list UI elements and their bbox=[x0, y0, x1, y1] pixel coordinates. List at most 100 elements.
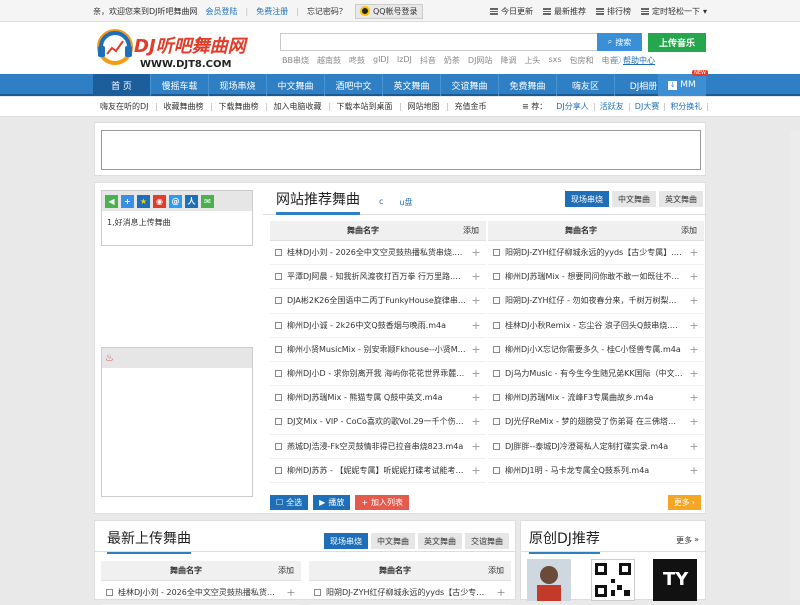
add-icon[interactable]: + bbox=[684, 440, 704, 453]
tab-2[interactable]: 英文舞曲 bbox=[418, 533, 462, 549]
original-more-link[interactable]: 更多» bbox=[676, 535, 699, 546]
nav-item[interactable]: 首 页 bbox=[93, 74, 151, 96]
song-title[interactable]: 桂林DJ小刘 - 2026全中文空灵鼓热播私货串烧.m4a bbox=[287, 247, 466, 258]
renren-icon[interactable]: 人 bbox=[185, 194, 198, 208]
row-checkbox[interactable] bbox=[275, 321, 282, 329]
song-title[interactable]: 柳州DJ小D - 求你别离开我 海屿你花花世界乖麓v.m4a bbox=[287, 368, 466, 379]
hot-word-link[interactable]: 上头 bbox=[524, 55, 540, 66]
table-row[interactable]: 燕城DJ浩浸-Fk空灵鼓情非得已拉音串烧823.m4a + bbox=[270, 435, 486, 459]
table-row[interactable]: 柳州DJ苏瑞Mix - 想要同问你敢不敢一如既往不改.m4a + bbox=[488, 265, 704, 290]
site-logo[interactable]: DJ听吧舞曲网 WWW.DJT8.COM bbox=[96, 28, 264, 70]
upload-button[interactable]: 上传音乐 bbox=[648, 33, 706, 52]
add-icon[interactable]: + bbox=[466, 391, 486, 404]
nav-item[interactable]: 慢摇车载 bbox=[151, 74, 209, 96]
search-button[interactable]: ⌕ 搜索 bbox=[597, 33, 642, 51]
table-row[interactable]: DJA彬2K26全国语中二丙丁FunkyHouse旋律串烧.m4a+ bbox=[270, 289, 486, 314]
tab-1[interactable]: 中文舞曲 bbox=[371, 533, 415, 549]
song-title[interactable]: 桂林DJ小刘 - 2026全中文空灵鼓热播私货串烧.m4a bbox=[118, 587, 281, 598]
table-row[interactable]: 桂林DJ小秋Remix - 忘尘谷 浪子回头Q鼓串烧.m4a + bbox=[488, 314, 704, 338]
row-checkbox[interactable] bbox=[275, 466, 282, 474]
song-title[interactable]: 阳朔DJ-ZYH红仔柳城永远的yyds【古少专属】.m4a bbox=[505, 247, 684, 258]
login-link[interactable]: 会员登陆 bbox=[206, 6, 238, 17]
table-row[interactable]: 桂林DJ小刘 - 2026全中文空灵鼓热播私货串烧.m4a+ bbox=[270, 241, 486, 266]
forgot-password-link[interactable]: 忘记密码？ bbox=[307, 6, 347, 17]
nav-item[interactable]: 中文舞曲 bbox=[267, 74, 325, 96]
subnav-link[interactable]: 充值金币 bbox=[448, 103, 494, 111]
hot-word-link[interactable]: 越南鼓 bbox=[317, 55, 341, 66]
tab-3[interactable]: 交谊舞曲 bbox=[465, 533, 509, 549]
add-icon[interactable]: + bbox=[466, 464, 486, 477]
table-row[interactable]: Dj乌力Music - 有今生今生随兄弟KK国际（中文越.m4a + bbox=[488, 362, 704, 387]
tab-1[interactable]: 中文舞曲 bbox=[612, 191, 656, 207]
add-icon[interactable]: + bbox=[684, 343, 704, 356]
table-row[interactable]: DJ光仔ReMix - 梦的翅膀受了伤弟哥 在三佛塔一.m4a + bbox=[488, 410, 704, 435]
song-title[interactable]: DJ光仔ReMix - 梦的翅膀受了伤弟哥 在三佛塔一.m4a bbox=[505, 416, 684, 427]
row-checkbox[interactable] bbox=[493, 418, 500, 426]
subnav-link[interactable]: 嗨友在听的DJ bbox=[93, 103, 157, 111]
table-row[interactable]: 桂林DJ小刘 - 2026全中文空灵鼓热播私货串烧.m4a+ bbox=[101, 581, 301, 605]
song-title[interactable]: DJ胖胖--泰城DJ冷澄哥私人定制打碟实录.m4a bbox=[505, 441, 684, 452]
more-button[interactable]: 更多 › bbox=[667, 495, 701, 510]
add-icon[interactable]: + bbox=[466, 246, 486, 259]
scrollbar[interactable] bbox=[790, 130, 800, 600]
add-icon[interactable]: + bbox=[491, 586, 511, 599]
subnav-link[interactable]: 下载本站到桌面 bbox=[330, 103, 401, 111]
song-title[interactable]: 桂林DJ小秋Remix - 忘尘谷 浪子回头Q鼓串烧.m4a bbox=[505, 320, 684, 331]
row-checkbox[interactable] bbox=[493, 321, 500, 329]
hot-word-link[interactable]: 降调 bbox=[500, 55, 516, 66]
table-row[interactable]: 柳州DJ苏瑞Mix - 流峰F3专属曲故乡.m4a + bbox=[488, 386, 704, 411]
row-checkbox[interactable] bbox=[493, 345, 500, 353]
add-icon[interactable]: + bbox=[684, 391, 704, 404]
row-checkbox[interactable] bbox=[106, 589, 113, 597]
table-row[interactable]: 阳朔DJ-ZYH红仔 - 勿如夜春分来，千树万树梨花.m4a + bbox=[488, 289, 704, 314]
add-icon[interactable]: + bbox=[281, 586, 301, 599]
nav-mm[interactable]: ↓ MM NEW bbox=[658, 70, 708, 96]
hot-word-link[interactable]: gIDJ bbox=[373, 55, 389, 66]
nav-item[interactable]: 嗨友区 bbox=[557, 74, 615, 96]
wechat-icon[interactable]: ✉ bbox=[201, 194, 214, 208]
tencent-weibo-icon[interactable]: @ bbox=[169, 194, 182, 208]
hot-word-link[interactable]: 奶茶 bbox=[444, 55, 460, 66]
table-row[interactable]: 柳州DJ苏苏 - 【妮妮专属】听妮妮打碟考试能考1.m4a + bbox=[270, 459, 486, 483]
add-icon[interactable]: + bbox=[684, 415, 704, 428]
song-title[interactable]: 柳州DJ苏瑞Mix - 流峰F3专属曲故乡.m4a bbox=[505, 392, 684, 403]
dj-avatar[interactable] bbox=[527, 559, 571, 601]
hot-word-link[interactable]: lzDJ bbox=[397, 55, 412, 66]
add-icon[interactable]: + bbox=[466, 319, 486, 332]
song-title[interactable]: Dj乌力Music - 有今生今生随兄弟KK国际（中文越.m4a bbox=[505, 368, 684, 379]
nav-item[interactable]: 免费舞曲 bbox=[499, 74, 557, 96]
nav-item[interactable]: 交谊舞曲 bbox=[441, 74, 499, 96]
table-row[interactable]: 柳州Dj小X忘记你需要多久 - 桂C小怪兽专属.m4a + bbox=[488, 338, 704, 362]
song-title[interactable]: DJA彬2K26全国语中二丙丁FunkyHouse旋律串烧.m4a bbox=[287, 295, 466, 306]
table-row[interactable]: 柳州DJ小D - 求你别离开我 海屿你花花世界乖麓v.m4a + bbox=[270, 362, 486, 387]
song-title[interactable]: 柳州DJ1明 - 马卡龙专属全Q鼓系列.m4a bbox=[505, 465, 684, 476]
table-row[interactable]: 柳州小贤MusicMix - 别安乖顺Fkhouse--小贤Music.m4a+ bbox=[270, 338, 486, 362]
add-icon[interactable]: + bbox=[684, 294, 704, 307]
row-checkbox[interactable] bbox=[275, 345, 282, 353]
qq-login-button[interactable]: QQ帐号登录 bbox=[354, 3, 423, 19]
add-icon[interactable]: + bbox=[684, 367, 704, 380]
row-checkbox[interactable] bbox=[493, 273, 500, 281]
add-icon[interactable]: + bbox=[684, 246, 704, 259]
song-title[interactable]: 阳朔DJ-ZYH红仔柳城永远的yyds【古少专属】.m4a bbox=[326, 587, 491, 598]
row-checkbox[interactable] bbox=[493, 370, 500, 378]
table-row[interactable]: 阳朔DJ-ZYH红仔柳城永远的yyds【古少专属】.m4a+ bbox=[309, 581, 511, 605]
row-checkbox[interactable] bbox=[275, 442, 282, 450]
song-title[interactable]: 柳州DJ苏瑞Mix - 想要同问你敢不敢一如既往不改.m4a bbox=[505, 271, 684, 282]
add-icon[interactable]: + bbox=[684, 464, 704, 477]
table-row[interactable]: 柳州DJ小诚 - 2k26中文Q鼓香烟与晚雨.m4a + bbox=[270, 314, 486, 338]
search-input[interactable] bbox=[280, 33, 642, 51]
nav-item[interactable]: 酒吧中文 bbox=[325, 74, 383, 96]
hot-word-link[interactable]: 抖音 bbox=[420, 55, 436, 66]
row-checkbox[interactable] bbox=[493, 466, 500, 474]
star-icon[interactable]: ★ bbox=[137, 194, 150, 208]
table-row[interactable]: 平潭DJ阿晨 - 知我折风渡夜打百万拳 行万里路.m4a + bbox=[270, 265, 486, 290]
table-row[interactable]: 阳朔DJ-ZYH红仔柳城永远的yyds【古少专属】.m4a+ bbox=[488, 241, 704, 266]
hot-word-link[interactable]: sxs bbox=[548, 55, 561, 66]
subnav-link[interactable]: 网站地图 bbox=[401, 103, 448, 111]
subnav-rec-link[interactable]: 积分换礼 bbox=[665, 103, 709, 111]
song-title[interactable]: DJ文Mix - VIP - CoCo喜欢的歌Vol.29一千个伤心.m4a bbox=[287, 416, 466, 427]
rank-link[interactable]: 排行榜 bbox=[595, 6, 631, 17]
hot-word-link[interactable]: 包房和 bbox=[570, 55, 594, 66]
song-title[interactable]: 柳州DJ苏苏 - 【妮妮专属】听妮妮打碟考试能考1.m4a bbox=[287, 465, 466, 476]
